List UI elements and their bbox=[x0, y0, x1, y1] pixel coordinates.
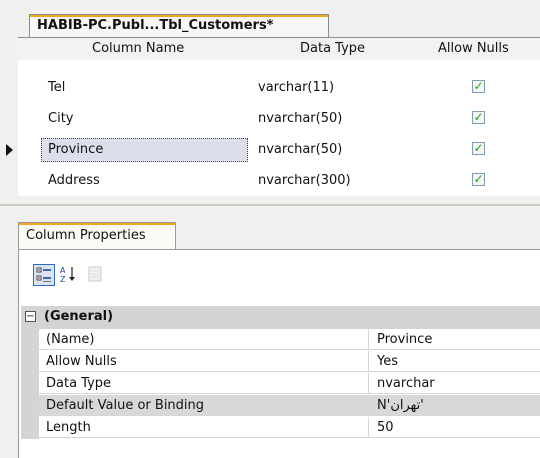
table-row[interactable]: Tel varchar(11) ✓ bbox=[18, 73, 540, 104]
column-name-cell[interactable]: Tel bbox=[48, 80, 65, 95]
property-name[interactable]: Default Value or Binding bbox=[39, 395, 369, 416]
allow-nulls-checkbox[interactable]: ✓ bbox=[472, 173, 485, 186]
allow-nulls-checkbox[interactable]: ✓ bbox=[472, 111, 485, 124]
property-value[interactable]: Yes bbox=[369, 351, 540, 372]
property-row[interactable]: Data Type nvarchar bbox=[21, 373, 540, 395]
property-name[interactable]: (Name) bbox=[39, 329, 369, 350]
category-label: (General) bbox=[44, 309, 114, 324]
property-name[interactable]: Data Type bbox=[39, 373, 369, 394]
property-gutter bbox=[21, 329, 39, 351]
tab-column-properties[interactable]: Column Properties bbox=[18, 222, 176, 249]
panel-splitter[interactable] bbox=[0, 204, 540, 206]
tab-accent bbox=[19, 223, 175, 225]
data-type-cell[interactable]: varchar(11) bbox=[258, 80, 334, 95]
property-name[interactable]: Allow Nulls bbox=[39, 351, 369, 372]
property-row[interactable]: Length 50 bbox=[21, 417, 540, 439]
property-gutter bbox=[21, 395, 39, 417]
property-row-selected[interactable]: Default Value or Binding N'تهران' bbox=[21, 395, 540, 417]
property-gutter bbox=[21, 351, 39, 373]
property-value[interactable]: nvarchar bbox=[369, 373, 540, 394]
column-properties-panel: A Z − (General) (Name) Province Allow Nu… bbox=[18, 249, 540, 458]
data-type-cell[interactable]: nvarchar(50) bbox=[258, 142, 342, 157]
property-name[interactable]: Length bbox=[39, 417, 369, 438]
table-row[interactable]: City nvarchar(50) ✓ bbox=[18, 104, 540, 135]
data-type-cell[interactable]: nvarchar(50) bbox=[258, 111, 342, 126]
table-row[interactable]: Address nvarchar(300) ✓ bbox=[18, 166, 540, 197]
allow-nulls-header[interactable]: Allow Nulls bbox=[438, 41, 509, 56]
table-row-selected[interactable]: Province nvarchar(50) ✓ bbox=[6, 135, 540, 166]
column-name-cell[interactable]: City bbox=[48, 111, 73, 126]
category-general[interactable]: − (General) bbox=[21, 306, 540, 329]
collapse-icon[interactable]: − bbox=[25, 311, 36, 322]
column-name-header[interactable]: Column Name bbox=[92, 41, 184, 56]
property-pages-button[interactable] bbox=[85, 264, 107, 286]
categorized-button[interactable] bbox=[33, 264, 55, 286]
allow-nulls-checkbox[interactable]: ✓ bbox=[472, 80, 485, 93]
property-value[interactable]: Province bbox=[369, 329, 540, 350]
property-row[interactable]: Allow Nulls Yes bbox=[21, 351, 540, 373]
property-value[interactable]: N'تهران' bbox=[369, 395, 540, 416]
property-row[interactable]: (Name) Province bbox=[21, 329, 540, 351]
column-name-cell[interactable]: Address bbox=[48, 173, 100, 188]
property-grid[interactable]: − (General) (Name) Province Allow Nulls … bbox=[21, 306, 540, 458]
property-pages-icon bbox=[88, 266, 102, 282]
tab-accent bbox=[30, 15, 328, 17]
property-value[interactable]: 50 bbox=[369, 417, 540, 438]
allow-nulls-checkbox[interactable]: ✓ bbox=[472, 142, 485, 155]
svg-text:A: A bbox=[60, 266, 66, 275]
property-gutter bbox=[21, 373, 39, 395]
row-selector-arrow-icon bbox=[6, 144, 13, 156]
alphabetical-button[interactable]: A Z bbox=[58, 264, 80, 286]
svg-text:Z: Z bbox=[60, 275, 66, 284]
document-tab-title: HABIB-PC.Publ...Tbl_Customers* bbox=[37, 18, 274, 33]
property-gutter bbox=[21, 417, 39, 439]
alphabetical-sort-icon: A Z bbox=[60, 266, 75, 284]
data-type-header[interactable]: Data Type bbox=[300, 41, 365, 56]
data-type-cell[interactable]: nvarchar(300) bbox=[258, 173, 351, 188]
grid-header: Column Name Data Type Allow Nulls bbox=[18, 38, 540, 60]
column-properties-tab-label: Column Properties bbox=[26, 228, 146, 243]
categorized-icon bbox=[36, 267, 51, 282]
table-designer-grid[interactable]: Column Name Data Type Allow Nulls Tel va… bbox=[6, 37, 540, 197]
column-name-cell[interactable]: Province bbox=[48, 142, 103, 157]
document-tab[interactable]: HABIB-PC.Publ...Tbl_Customers* bbox=[29, 14, 329, 37]
